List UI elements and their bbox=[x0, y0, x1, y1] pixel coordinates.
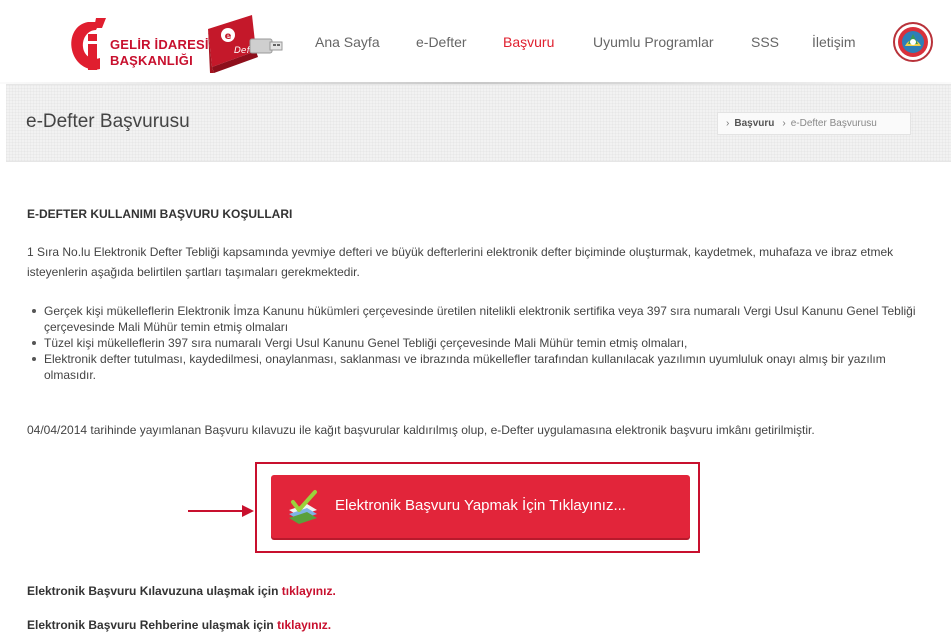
guide-text: Elektronik Başvuru Kılavuzuna ulaşmak iç… bbox=[27, 584, 279, 598]
intro-paragraph: 1 Sıra No.lu Elektronik Defter Tebliği k… bbox=[27, 245, 894, 279]
gib-logo[interactable]: GELİR İDARESİ BAŞKANLIĞI bbox=[66, 14, 216, 74]
list-item: Elektronik defter tutulması, kaydedilmes… bbox=[27, 351, 937, 383]
guide-link[interactable]: tıklayınız. bbox=[282, 584, 336, 598]
list-item: Gerçek kişi mükelleflerin Elektronik İmz… bbox=[27, 303, 937, 335]
handbook-link[interactable]: tıklayınız. bbox=[277, 618, 331, 632]
apply-button-label: Elektronik Başvuru Yapmak İçin Tıklayını… bbox=[335, 497, 626, 514]
notice-paragraph: 04/04/2014 tarihinde yayımlanan Başvuru … bbox=[27, 423, 815, 437]
e-defter-book-icon[interactable]: e Defter bbox=[204, 11, 286, 75]
site-header: GELİR İDARESİ BAŞKANLIĞI e Defter Ana Sa… bbox=[0, 0, 951, 84]
chevron-right-icon: › bbox=[782, 118, 786, 129]
nav-basvuru[interactable]: Başvuru bbox=[503, 34, 554, 50]
list-item: Tüzel kişi mükelleflerin 397 sıra numara… bbox=[27, 335, 937, 351]
breadcrumb-current: e-Defter Başvurusu bbox=[790, 118, 877, 129]
logo-wordmark: GELİR İDARESİ BAŞKANLIĞI bbox=[110, 37, 209, 69]
chevron-right-icon: › bbox=[726, 118, 730, 129]
nav-ana-sayfa[interactable]: Ana Sayfa bbox=[315, 34, 380, 50]
logo-line-2: BAŞKANLIĞI bbox=[110, 53, 193, 68]
requirements-list: Gerçek kişi mükelleflerin Elektronik İmz… bbox=[27, 303, 937, 383]
nav-e-defter[interactable]: e-Defter bbox=[416, 34, 467, 50]
nav-iletisim[interactable]: İletişim bbox=[812, 34, 856, 50]
arrow-right-icon bbox=[188, 505, 254, 517]
check-books-icon bbox=[289, 490, 317, 524]
breadcrumb-link-basvuru[interactable]: Başvuru bbox=[734, 113, 774, 134]
nav-sss[interactable]: SSS bbox=[751, 34, 779, 50]
logo-line-1: GELİR İDARESİ bbox=[110, 37, 209, 52]
page-title-band: e-Defter Başvurusu › Başvuru › e-Defter Baş… bbox=[6, 84, 951, 162]
page-title: e-Defter Başvurusu bbox=[26, 111, 190, 132]
breadcrumb: › Başvuru › e-Defter Başvurusu bbox=[717, 112, 911, 135]
electronic-apply-button[interactable]: Elektronik Başvuru Yapmak İçin Tıklayını… bbox=[271, 475, 690, 538]
guide-line: Elektronik Başvuru Kılavuzuna ulaşmak iç… bbox=[27, 584, 336, 598]
svg-text:e: e bbox=[225, 31, 232, 42]
ministry-emblem-icon[interactable] bbox=[893, 22, 933, 62]
handbook-text: Elektronik Başvuru Rehberine ulaşmak içi… bbox=[27, 618, 274, 632]
nav-uyumlu-programlar[interactable]: Uyumlu Programlar bbox=[593, 34, 714, 50]
handbook-line: Elektronik Başvuru Rehberine ulaşmak içi… bbox=[27, 618, 331, 632]
section-heading: E-DEFTER KULLANIMI BAŞVURU KOŞULLARI bbox=[27, 207, 293, 221]
